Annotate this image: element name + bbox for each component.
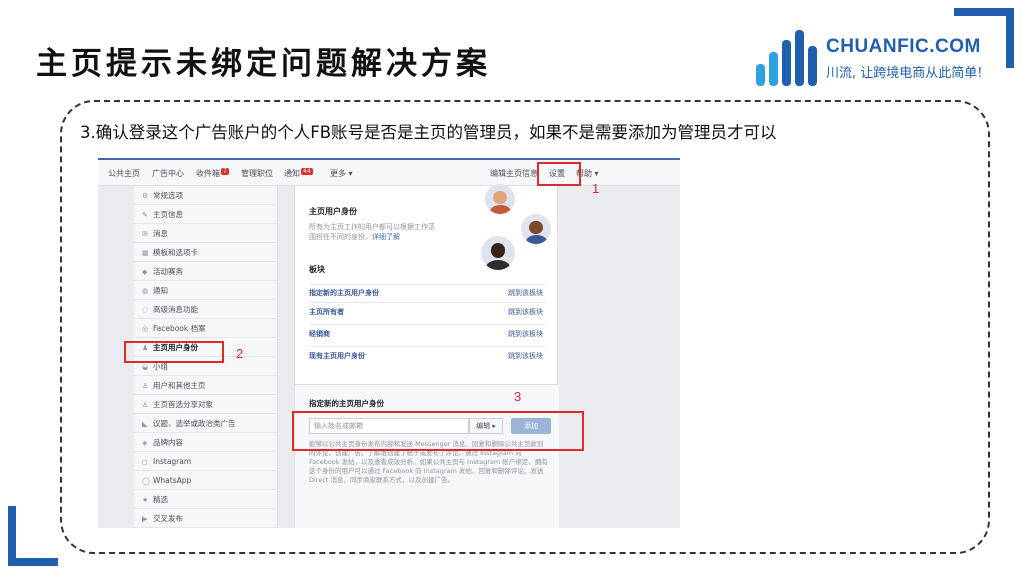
roles-description: 所有为主页工作的用户都可以根据工作范围担任不同的身份。详细了解 <box>309 223 435 241</box>
grid-icon: ▦ <box>142 249 149 257</box>
globe-icon: ◍ <box>142 287 149 295</box>
logo-name: CHUANFIC.COM <box>826 36 981 57</box>
avatar-illustration-3 <box>481 236 515 270</box>
sections-label: 板块 <box>309 265 325 274</box>
sidebar-item[interactable]: ◌ 高级消息功能 <box>134 300 278 319</box>
divider <box>309 284 545 285</box>
sidebar-item-label: 交叉发布 <box>153 514 183 523</box>
sidebar-item[interactable]: ▦ 模板和选项卡 <box>134 243 278 262</box>
sidebar-item[interactable]: ✎ 主页信息 <box>134 205 278 224</box>
sidebar-item[interactable]: ◻ Instagram <box>134 452 278 471</box>
row-existing-roles[interactable]: 现有主页用户身份 <box>309 351 365 361</box>
assign-role-title: 指定新的主页用户身份 <box>309 399 384 408</box>
brand-logo: CHUANFIC.COM 川流, 让跨境电商从此简单! <box>756 28 986 88</box>
inbox-badge: 7 <box>221 168 229 175</box>
avatar-illustration-1 <box>485 184 515 214</box>
sidebar-item[interactable]: ♙ 主页首选分享对象 <box>134 395 278 414</box>
nav-ad-center[interactable]: 广告中心 <box>152 168 184 179</box>
gear-icon: ⚙ <box>142 192 149 200</box>
sidebar-item-label: 消息 <box>153 229 168 238</box>
tag-icon: ◆ <box>142 268 148 276</box>
sidebar-item-label: 议题、选举或政治类广告 <box>153 419 236 428</box>
sidebar-item-label: 常规选项 <box>153 191 183 200</box>
avatar-illustration-2 <box>521 214 551 244</box>
step-number-2: 2 <box>236 346 244 361</box>
sidebar-item-label: 主页首选分享对象 <box>153 400 213 409</box>
chat-icon: ◌ <box>142 306 149 314</box>
instagram-icon: ◻ <box>142 458 148 466</box>
jump-link-page-owner[interactable]: 跳到该板块 <box>508 307 543 317</box>
megaphone-icon: ◣ <box>142 420 148 428</box>
sidebar-item-label: 模板和选项卡 <box>153 248 198 257</box>
sidebar-item[interactable]: ♙ 用户和其他主页 <box>134 376 278 395</box>
sidebar-item[interactable]: ⚙ 常规选项 <box>134 186 278 205</box>
highlight-assign-input <box>292 411 584 451</box>
jump-link-reseller[interactable]: 跳到该板块 <box>508 329 543 339</box>
page-roles-panel: 主页用户身份 所有为主页工作的用户都可以根据工作范围担任不同的身份。详细了解 板… <box>294 184 559 528</box>
logo-slogan: 川流, 让跨境电商从此简单! <box>826 66 983 81</box>
sidebar-item[interactable]: ◯ WhatsApp <box>134 471 278 490</box>
step-number-3: 3 <box>514 389 522 404</box>
sidebar-item-label: 通知 <box>153 286 168 295</box>
corner-decoration-bottom-left <box>8 506 58 566</box>
row-assign-role[interactable]: 指定新的主页用户身份 <box>309 288 379 298</box>
nav-edit-page-info[interactable]: 编辑主页信息 <box>490 168 538 179</box>
divider <box>309 302 545 303</box>
facebook-icon: ◎ <box>142 325 149 333</box>
nav-more[interactable]: 更多 ▾ <box>330 168 353 179</box>
divider <box>309 324 545 325</box>
logo-bars-icon <box>756 30 818 86</box>
sidebar-item[interactable]: ✉ 消息 <box>134 224 278 243</box>
jump-link-assign-role[interactable]: 跳到该板块 <box>508 288 543 298</box>
people-icon: ♙ <box>142 382 149 390</box>
star-icon: ★ <box>142 496 149 504</box>
slide-title: 主页提示未绑定问题解决方案 <box>36 46 491 82</box>
row-reseller[interactable]: 经销商 <box>309 329 330 339</box>
sidebar-item-label: 主页信息 <box>153 210 183 219</box>
sidebar-item-label: 品牌内容 <box>153 438 183 447</box>
pencil-icon: ✎ <box>142 211 148 219</box>
sidebar-item[interactable]: ◍ 通知 <box>134 281 278 300</box>
sidebar-item-label: 用户和其他主页 <box>153 381 206 390</box>
branded-content-icon: ◈ <box>142 439 148 447</box>
highlight-page-roles <box>124 341 224 363</box>
share-icon: ♙ <box>142 401 149 409</box>
nav-inbox[interactable]: 收件箱 7 <box>196 168 229 179</box>
sidebar-item-label: 高级消息功能 <box>153 305 198 314</box>
sidebar-item-label: Instagram <box>153 457 192 466</box>
sidebar-item[interactable]: ◣ 议题、选举或政治类广告 <box>134 414 278 433</box>
whatsapp-icon: ◯ <box>142 477 150 485</box>
sidebar-item[interactable]: ▶ 交叉发布 <box>134 509 278 528</box>
sidebar-item-label: 活动赛务 <box>153 267 183 276</box>
message-icon: ✉ <box>142 230 148 238</box>
learn-more-link[interactable]: 详细了解 <box>372 233 400 241</box>
nav-roles[interactable]: 管理职位 <box>241 168 273 179</box>
step-number-1: 1 <box>592 181 600 196</box>
row-page-owner[interactable]: 主页所有者 <box>309 307 344 317</box>
sidebar-item[interactable]: ★ 精选 <box>134 490 278 509</box>
sidebar-item-label: WhatsApp <box>153 476 192 485</box>
nav-page[interactable]: 公共主页 <box>108 168 140 179</box>
sidebar-item[interactable]: ◎ Facebook 档案 <box>134 319 278 338</box>
jump-link-existing-roles[interactable]: 跳到该板块 <box>508 351 543 361</box>
notification-badge: 44 <box>301 168 313 175</box>
nav-notifications[interactable]: 通知 44 <box>284 168 313 179</box>
highlight-settings <box>537 162 581 186</box>
sidebar-item-label: Facebook 档案 <box>153 324 206 333</box>
divider <box>309 346 545 347</box>
sidebar-item-label: 小组 <box>153 362 168 371</box>
roles-title: 主页用户身份 <box>309 207 357 216</box>
sidebar-item[interactable]: ◆ 活动赛务 <box>134 262 278 281</box>
video-icon: ▶ <box>142 515 148 523</box>
sidebar-item[interactable]: ◈ 品牌内容 <box>134 433 278 452</box>
sidebar-item-label: 精选 <box>153 495 168 504</box>
instruction-text: 3.确认登录这个广告账户的个人FB账号是否是主页的管理员，如果不是需要添加为管理… <box>80 123 777 142</box>
